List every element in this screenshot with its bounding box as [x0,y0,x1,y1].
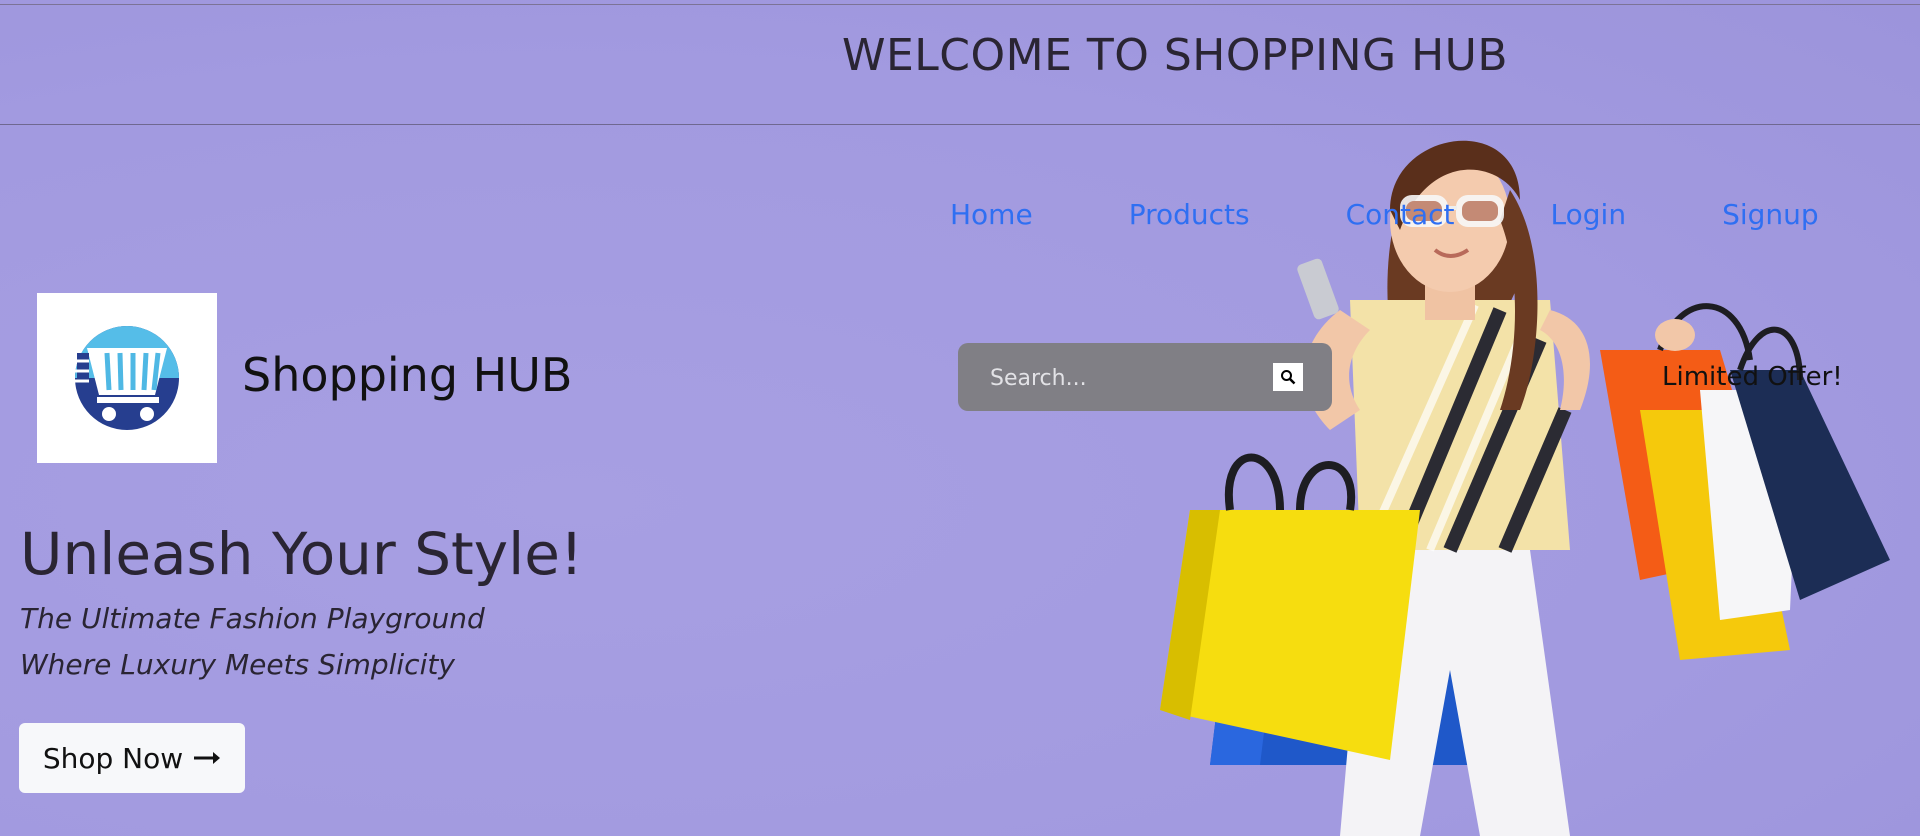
nav-signup[interactable]: Signup [1722,198,1819,231]
nav-login[interactable]: Login [1551,198,1627,231]
nav-contact[interactable]: Contact [1346,198,1455,231]
brand-logo[interactable] [37,293,217,463]
shop-now-button[interactable]: Shop Now [19,723,245,793]
brand-name: Shopping HUB [242,348,573,402]
nav-products[interactable]: Products [1129,198,1250,231]
arrow-right-icon [194,752,221,764]
main-nav: Home Products Contact Login Signup [950,198,1819,231]
shop-now-label: Shop Now [42,741,184,775]
limited-offer-label[interactable]: Limited Offer! [1662,362,1843,392]
search-icon [1281,370,1296,385]
search-bar [958,343,1332,411]
hero-headline: Unleash Your Style! [20,520,584,588]
hero-tagline-1: The Ultimate Fashion Playground [20,602,485,635]
shopping-cart-icon [75,326,179,430]
search-input[interactable] [988,357,1252,399]
page-title: WELCOME TO SHOPPING HUB [841,30,1509,81]
nav-home[interactable]: Home [950,198,1033,231]
search-button[interactable] [1273,363,1303,391]
hero-tagline-2: Where Luxury Meets Simplicity [20,648,455,681]
